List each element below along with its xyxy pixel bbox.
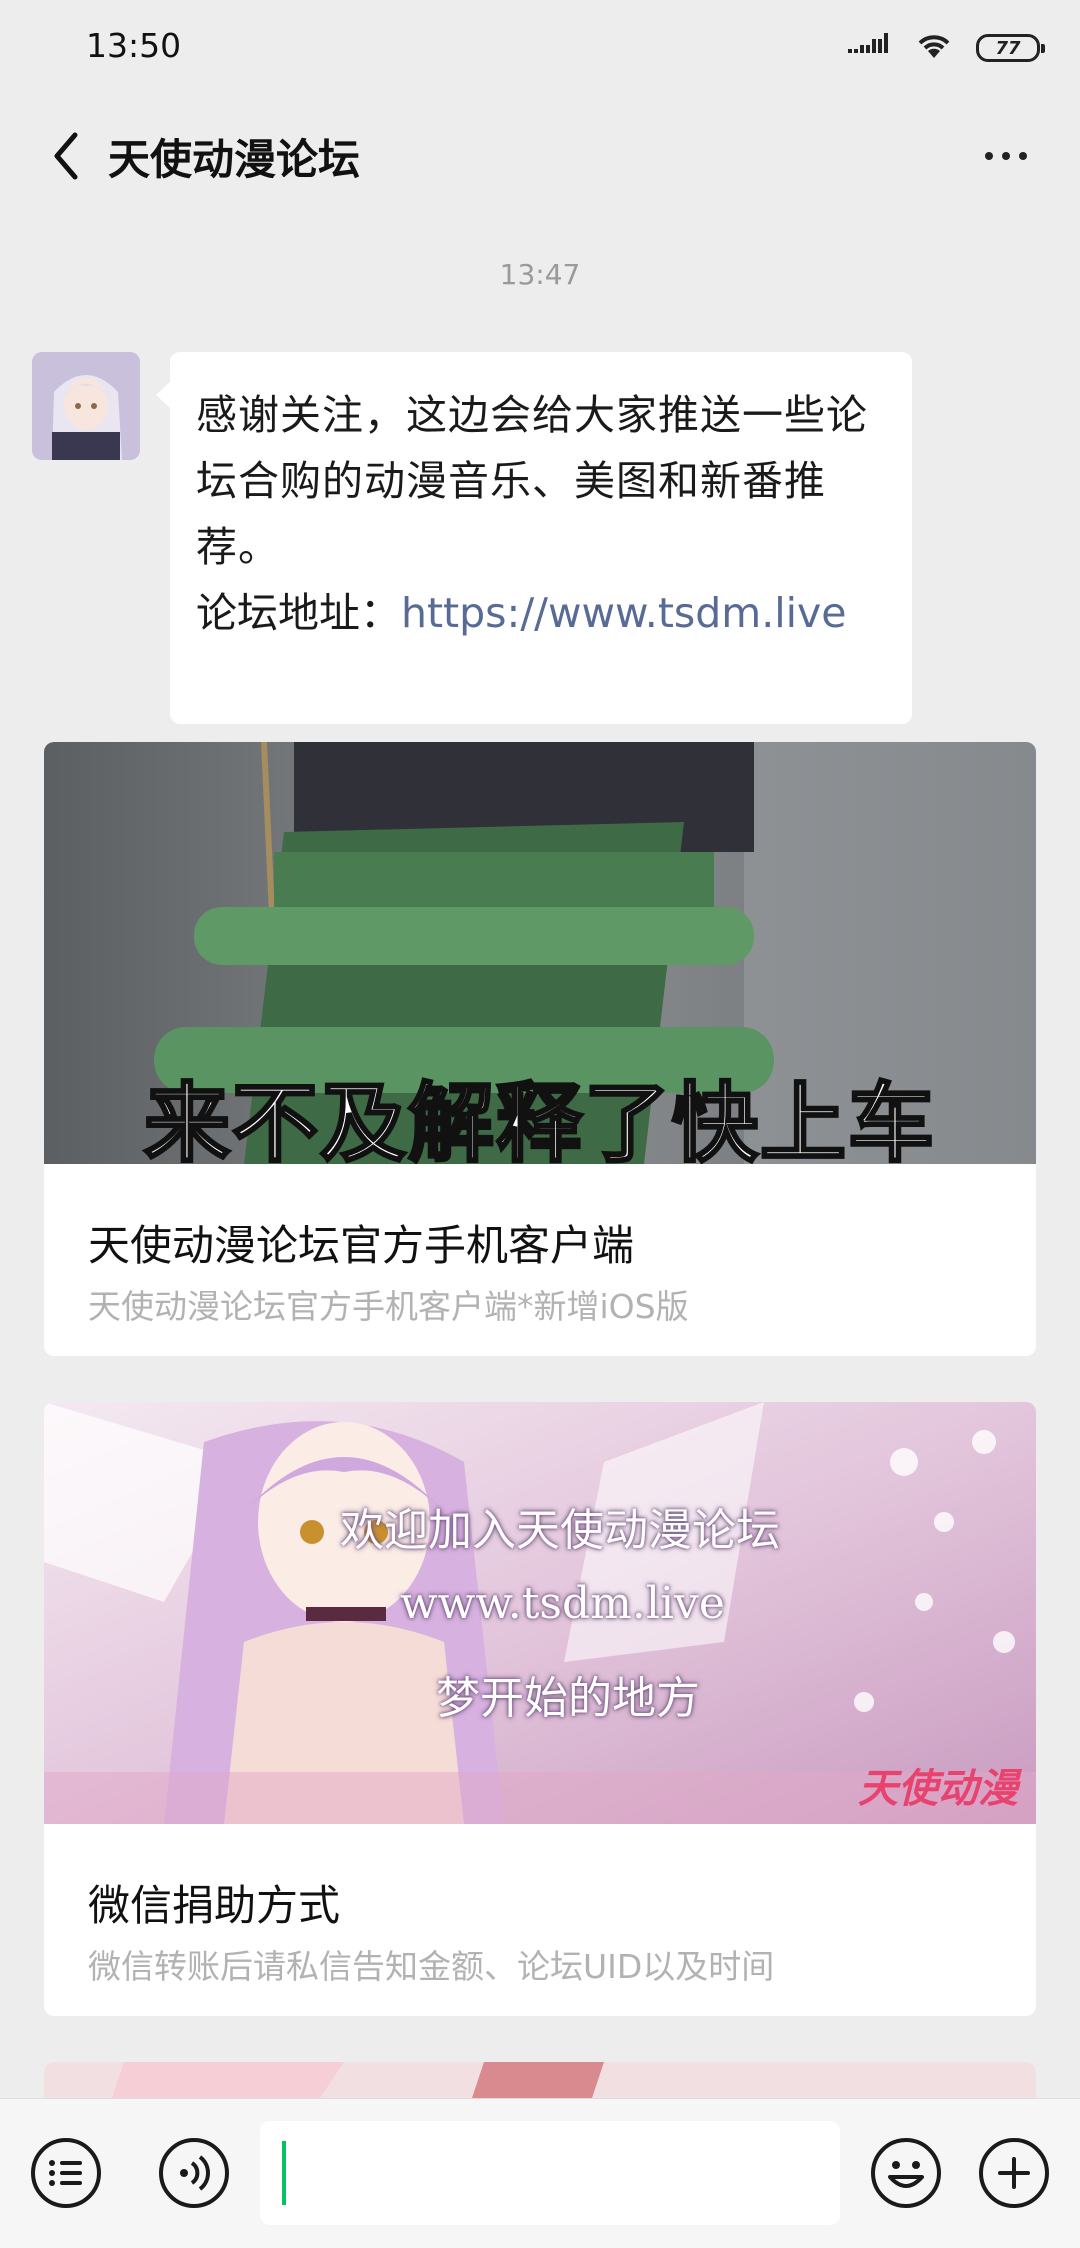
article-card[interactable]: 欢迎加入天使动漫论坛 www.tsdm.live 梦开始的地方 天使动漫 微信捐… [44,1402,1036,2016]
voice-button[interactable] [158,2137,230,2209]
status-icons: 77 [848,28,1045,68]
article-image: 来不及解释了快上车 [44,742,1036,1164]
article-title: 天使动漫论坛官方手机客户端 [88,1221,635,1270]
message-input[interactable] [260,2121,840,2225]
back-button[interactable] [26,116,106,196]
article-image-caption: 来不及解释了快上车 [143,1073,936,1165]
link-label: 论坛地址： [196,589,401,637]
status-bar: 13:50 77 [0,0,1080,96]
welcome-text: 感谢关注，这边会给大家推送一些论坛合购的动漫音乐、美图和新番推荐。 [196,391,868,571]
list-menu-icon [31,2138,101,2208]
avatar[interactable] [32,352,140,460]
battery-level: 77 [995,37,1021,59]
nav-bar: 天使动漫论坛 [0,96,1080,216]
message-bubble[interactable]: 感谢关注，这边会给大家推送一些论坛合购的动漫音乐、美图和新番推荐。 论坛地址：h… [156,352,912,724]
more-dots-icon [985,152,993,160]
status-time: 13:50 [86,26,182,65]
battery-icon: 77 [976,34,1045,62]
image-line: www.tsdm.live [400,1578,725,1629]
emoji-button[interactable] [870,2137,942,2209]
plus-icon [979,2138,1049,2208]
wifi-icon [914,31,954,65]
emoji-icon [871,2138,941,2208]
input-bar [0,2098,1080,2248]
article-description: 天使动漫论坛官方手机客户端*新增iOS版 [88,1287,689,1326]
text-cursor [282,2141,286,2205]
article-title: 微信捐助方式 [88,1881,341,1930]
chevron-left-icon [54,132,78,180]
more-button[interactable] [956,116,1056,196]
plus-button[interactable] [978,2137,1050,2209]
article-description: 微信转账后请私信告知金额、论坛UID以及时间 [88,1947,775,1986]
image-line: 梦开始的地方 [436,1673,700,1724]
image-logo: 天使动漫 [858,1766,1018,1812]
article-card[interactable]: 来不及解释了快上车 天使动漫论坛官方手机客户端 天使动漫论坛官方手机客户端*新增… [44,742,1036,1356]
voice-icon [159,2138,229,2208]
signal-icon [848,31,892,65]
chat-screen: 13:50 77 天使动漫论坛 13:47 感谢关注，这边会给大家推送一些论坛合… [0,0,1080,2248]
message-timestamp: 13:47 [499,258,581,291]
menu-button[interactable] [30,2137,102,2209]
link-line: 论坛地址：https://www.tsdm.live [196,580,886,646]
forum-link[interactable]: https://www.tsdm.live [401,589,847,637]
image-line: 欢迎加入天使动漫论坛 [340,1505,780,1556]
page-title: 天使动漫论坛 [108,135,361,184]
article-image: 欢迎加入天使动漫论坛 www.tsdm.live 梦开始的地方 天使动漫 [44,1402,1036,1824]
